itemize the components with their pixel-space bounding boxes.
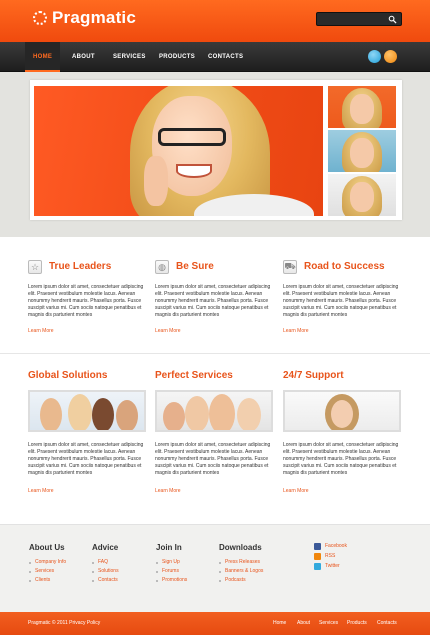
search-box <box>316 12 402 26</box>
footer-link[interactable]: Solutions <box>92 567 119 576</box>
feature-title: Be Sure <box>176 261 214 272</box>
feature-global-solutions: Global Solutions Lorem ipsum dolor sit a… <box>28 370 146 500</box>
bottom-nav-products[interactable]: Products <box>347 620 367 626</box>
footer-link[interactable]: Clients <box>29 576 66 585</box>
feature-title: True Leaders <box>49 261 112 272</box>
nav-home[interactable]: HOME <box>25 42 61 72</box>
bottom-nav-contacts[interactable]: Contacts <box>377 620 397 626</box>
globe-icon: ◍ <box>155 260 169 274</box>
site-header: Pragmatic <box>0 0 430 42</box>
learn-more-link[interactable]: Learn More <box>28 488 54 494</box>
footer-heading: Advice <box>92 543 119 552</box>
divider <box>0 353 430 354</box>
feature-24-7-support: 24/7 Support Lorem ipsum dolor sit amet,… <box>283 370 401 500</box>
bottom-bar: Pragmatic © 2011 Privacy Policy Home Abo… <box>0 612 430 635</box>
learn-more-link[interactable]: Learn More <box>155 488 181 494</box>
facebook-link[interactable]: Facebook <box>314 541 347 551</box>
footer-col-about: About Us Company Info Services Clients <box>29 543 66 585</box>
footer-heading: Join In <box>156 543 182 552</box>
learn-more-link[interactable]: Learn More <box>155 328 181 334</box>
slider-thumb-2[interactable] <box>328 130 396 172</box>
twitter-link[interactable]: Twitter <box>314 561 347 571</box>
search-icon[interactable] <box>388 15 397 24</box>
twitter-icon <box>314 562 321 570</box>
feature-text: Lorem ipsum dolor sit amet, consectetuer… <box>28 442 144 476</box>
star-icon: ☆ <box>28 260 42 274</box>
learn-more-link[interactable]: Learn More <box>28 328 54 334</box>
logo-text: Pragmatic <box>52 8 137 27</box>
rss-link[interactable]: RSS <box>314 551 347 561</box>
learn-more-link[interactable]: Learn More <box>283 488 309 494</box>
footer-link[interactable]: Promotions <box>156 576 187 585</box>
hero-image <box>34 86 323 216</box>
footer-link[interactable]: Sign Up <box>156 558 187 567</box>
bottom-nav-about[interactable]: About <box>297 620 310 626</box>
slider-thumb-3[interactable] <box>328 174 396 216</box>
feature-text: Lorem ipsum dolor sit amet, consectetuer… <box>155 284 271 318</box>
footer-col-join: Join In Sign Up Forums Promotions <box>156 543 187 585</box>
copyright: Pragmatic © 2011 Privacy Policy <box>28 620 101 626</box>
site-footer: About Us Company Info Services Clients A… <box>0 524 430 612</box>
feature-photo <box>155 390 273 432</box>
learn-more-link[interactable]: Learn More <box>283 328 309 334</box>
feature-title: Road to Success <box>304 261 385 272</box>
nav-about[interactable]: ABOUT <box>72 42 95 72</box>
footer-link[interactable]: FAQ <box>92 558 119 567</box>
footer-heading: About Us <box>29 543 65 552</box>
footer-link[interactable]: Banners & Logos <box>219 567 263 576</box>
twitter-icon[interactable] <box>368 50 381 63</box>
footer-link[interactable]: Podcasts <box>219 576 263 585</box>
feature-be-sure: ◍ Be Sure Lorem ipsum dolor sit amet, co… <box>155 260 273 340</box>
feature-text: Lorem ipsum dolor sit amet, consectetuer… <box>28 284 144 318</box>
footer-link[interactable]: Contacts <box>92 576 119 585</box>
feature-photo <box>283 390 401 432</box>
footer-social: Facebook RSS Twitter <box>314 541 347 571</box>
feature-photo <box>28 390 146 432</box>
nav-products[interactable]: PRODUCTS <box>159 42 195 72</box>
main-nav: HOME ABOUT SERVICES PRODUCTS CONTACTS <box>0 42 430 72</box>
bottom-nav-services[interactable]: Services <box>319 620 338 626</box>
feature-title: Global Solutions <box>28 370 108 381</box>
logo[interactable]: Pragmatic <box>33 8 136 28</box>
feature-true-leaders: ☆ True Leaders Lorem ipsum dolor sit ame… <box>28 260 146 340</box>
feature-perfect-services: Perfect Services Lorem ipsum dolor sit a… <box>155 370 273 500</box>
search-input[interactable] <box>320 15 384 24</box>
feature-text: Lorem ipsum dolor sit amet, consectetuer… <box>283 284 399 318</box>
footer-link[interactable]: Press Releases <box>219 558 263 567</box>
truck-icon: ⛟ <box>283 260 297 274</box>
footer-col-advice: Advice FAQ Solutions Contacts <box>92 543 119 585</box>
footer-heading: Downloads <box>219 543 262 552</box>
slider-thumb-1[interactable] <box>328 86 396 128</box>
footer-link[interactable]: Forums <box>156 567 187 576</box>
feature-title: 24/7 Support <box>283 370 344 381</box>
feature-title: Perfect Services <box>155 370 233 381</box>
feature-text: Lorem ipsum dolor sit amet, consectetuer… <box>283 442 399 476</box>
footer-col-downloads: Downloads Press Releases Banners & Logos… <box>219 543 263 585</box>
footer-link[interactable]: Company Info <box>29 558 66 567</box>
feature-road-to-success: ⛟ Road to Success Lorem ipsum dolor sit … <box>283 260 401 340</box>
bottom-nav-home[interactable]: Home <box>273 620 286 626</box>
footer-link[interactable]: Services <box>29 567 66 576</box>
nav-contacts[interactable]: CONTACTS <box>208 42 243 72</box>
feature-text: Lorem ipsum dolor sit amet, consectetuer… <box>155 442 271 476</box>
rss-icon <box>314 552 321 560</box>
logo-icon <box>33 11 47 25</box>
nav-services[interactable]: SERVICES <box>113 42 146 72</box>
facebook-icon <box>314 542 321 550</box>
rss-icon[interactable] <box>384 50 397 63</box>
